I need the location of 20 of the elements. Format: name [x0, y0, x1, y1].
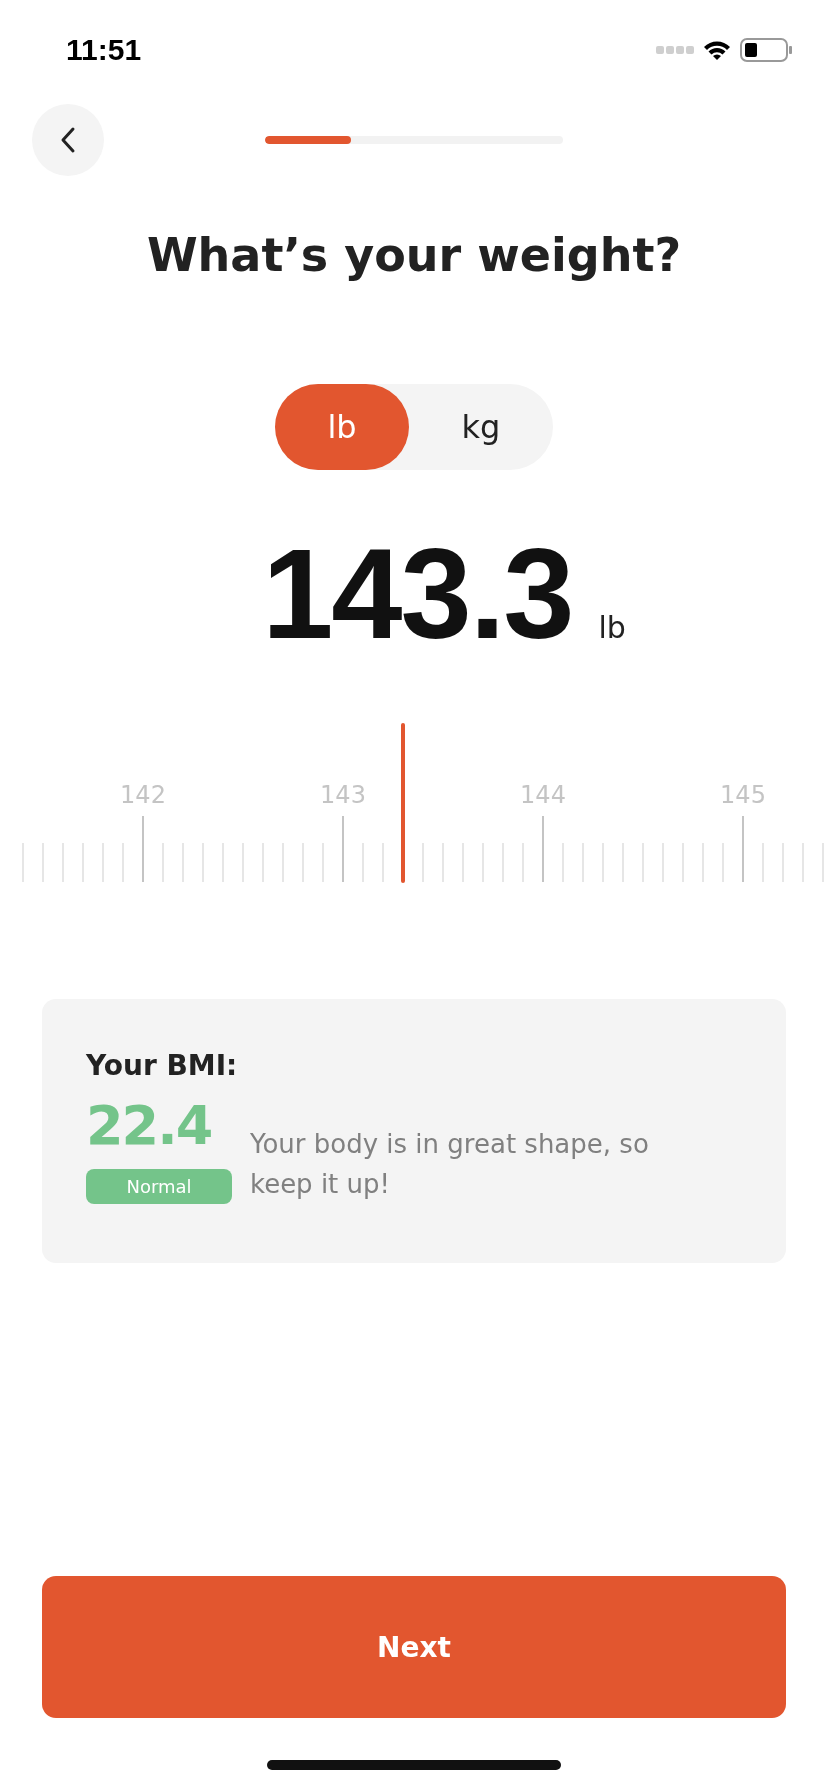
tick-label: 145: [720, 781, 766, 809]
bmi-category: Normal: [86, 1169, 232, 1205]
back-icon: [60, 126, 76, 154]
tick-label: 143: [320, 781, 366, 809]
tick-label: 144: [520, 781, 566, 809]
battery-icon: [740, 37, 792, 63]
wifi-icon: [702, 39, 732, 61]
weight-unit: lb: [598, 610, 626, 645]
bmi-value: 22.4: [86, 1096, 213, 1156]
ruler-drawing[interactable]: [22, 815, 824, 883]
tick-label: 142: [120, 781, 166, 809]
next-button[interactable]: Next: [42, 1576, 786, 1718]
bmi-heading: Your BMI:: [86, 1049, 239, 1082]
signal-icon: [656, 45, 694, 55]
bmi-message: Your body is in great shape, so keep it up!: [250, 1128, 650, 1202]
unit-tab[interactable]: kg: [409, 384, 553, 470]
weight-value: 143.3: [262, 521, 573, 667]
page-title: What’s your weight?: [145, 228, 683, 282]
status-time: 11:51: [66, 33, 142, 67]
unit-tab[interactable]: lb: [275, 384, 409, 470]
